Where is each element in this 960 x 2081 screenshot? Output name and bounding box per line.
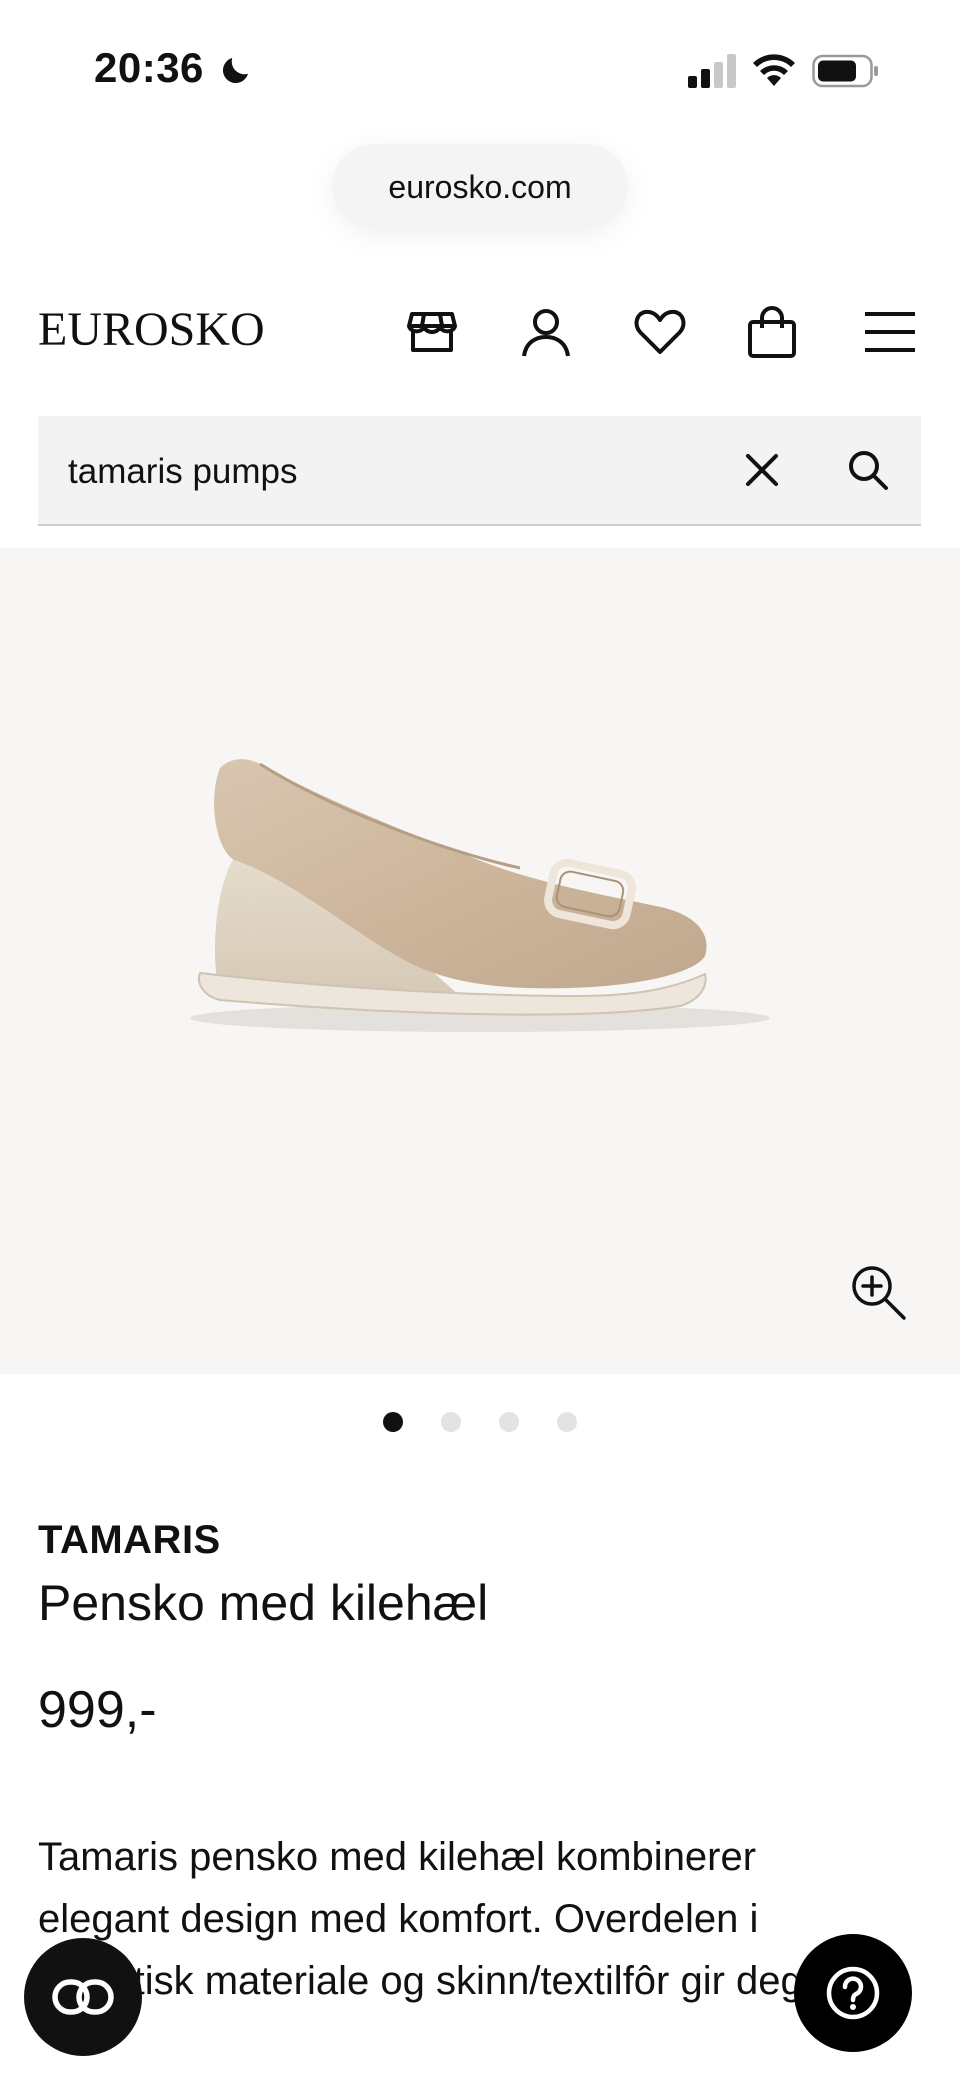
gallery-dot-3[interactable] xyxy=(499,1412,519,1432)
gallery-dot-1[interactable] xyxy=(383,1412,403,1432)
gallery-dot-2[interactable] xyxy=(441,1412,461,1432)
gallery-pagination xyxy=(0,1412,960,1436)
wishlist-heart-icon[interactable] xyxy=(632,304,688,360)
product-image-gallery[interactable] xyxy=(0,548,960,1374)
status-time: 20:36 xyxy=(94,44,204,91)
chat-link-icon xyxy=(52,1979,114,2015)
zoom-in-icon[interactable] xyxy=(848,1262,910,1324)
menu-icon[interactable] xyxy=(862,304,918,360)
clear-search-icon[interactable] xyxy=(740,448,784,492)
address-bar[interactable]: eurosko.com xyxy=(332,144,628,230)
chat-button[interactable] xyxy=(24,1938,142,2056)
wifi-icon xyxy=(752,52,796,88)
product-image xyxy=(160,728,780,1058)
search-input[interactable]: tamaris pumps xyxy=(68,452,298,492)
site-logo[interactable]: EUROSKO xyxy=(38,302,265,357)
shopping-bag-icon[interactable] xyxy=(744,304,800,360)
gallery-dot-4[interactable] xyxy=(557,1412,577,1432)
moon-icon xyxy=(218,52,254,88)
help-button[interactable] xyxy=(794,1934,912,2052)
store-icon[interactable] xyxy=(404,304,460,360)
help-question-icon xyxy=(826,1966,880,2020)
search-field[interactable]: tamaris pumps xyxy=(38,416,921,526)
product-price: 999,- xyxy=(38,1681,157,1739)
product-description: Tamaris pensko med kilehæl kombinerer el… xyxy=(38,1835,883,2003)
product-name: Pensko med kilehæl xyxy=(38,1575,489,1631)
address-bar-url: eurosko.com xyxy=(388,168,572,205)
cellular-signal-icon xyxy=(688,54,738,88)
search-icon[interactable] xyxy=(844,446,892,494)
battery-icon xyxy=(812,54,880,88)
product-brand[interactable]: TAMARIS xyxy=(38,1518,221,1563)
account-icon[interactable] xyxy=(518,304,574,360)
